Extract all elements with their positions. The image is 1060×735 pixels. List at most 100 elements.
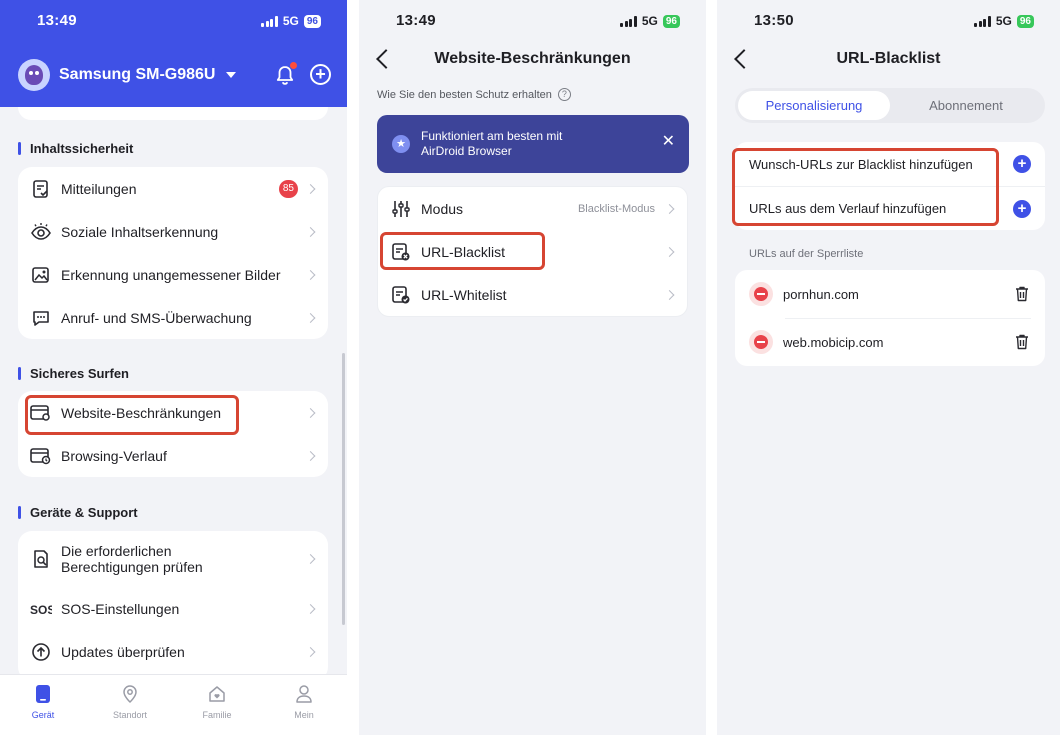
row-label: SOS-Einstellungen <box>61 600 180 617</box>
tab-label: Gerät <box>31 710 55 720</box>
network-label: 5G <box>995 14 1012 28</box>
row-url-whitelist[interactable]: URL-Whitelist <box>378 273 687 316</box>
bell-icon[interactable] <box>274 62 297 86</box>
blacklist-doc-icon <box>390 241 412 263</box>
chevron-right-icon <box>305 226 316 237</box>
url-blacklist-screen: 13:50 5G 96 URL-Blacklist Personalisieru… <box>717 0 1060 735</box>
bottom-tab-bar: Gerät Standort Familie Mein <box>0 674 347 735</box>
tab-label: Familie <box>202 710 232 720</box>
status-time: 13:49 <box>396 12 436 29</box>
segmented-control: Personalisierung Abonnement <box>735 88 1045 123</box>
avatar <box>18 59 50 91</box>
row-add-custom-urls[interactable]: Wunsch-URLs zur Blacklist hinzufügen + <box>735 142 1045 186</box>
section-title-safe-browsing: Sicheres Surfen <box>18 366 129 381</box>
row-label: URL-Blacklist <box>421 243 506 260</box>
tab-personalization[interactable]: Personalisierung <box>738 91 890 120</box>
add-custom-urls-button[interactable]: + <box>1013 155 1031 173</box>
content-safety-card: Mitteilungen 85 Soziale Inhaltserkennung… <box>18 167 328 339</box>
tab-device[interactable]: Gerät <box>3 684 83 720</box>
message-alert-icon <box>30 178 52 200</box>
row-label: Modus <box>421 200 464 217</box>
chevron-right-icon <box>664 246 675 257</box>
battery-icon: 96 <box>303 14 321 28</box>
section-title-devices-support: Geräte & Support <box>18 505 138 520</box>
user-icon <box>294 684 314 704</box>
blocked-urls-card: pornhun.com web.mobicip.com <box>735 270 1045 366</box>
tab-subscription[interactable]: Abonnement <box>890 91 1042 120</box>
safe-browsing-card: Website-Beschränkungen Browsing-Verlauf <box>18 391 328 477</box>
settings-scroll[interactable]: Inhaltssicherheit Mitteilungen 85 Sozial… <box>0 107 347 681</box>
row-label: Website-Beschränkungen <box>61 404 222 421</box>
home-heart-icon <box>207 684 227 704</box>
row-check-permissions[interactable]: Die erforderlichen Berechtigungen prüfen <box>18 531 328 587</box>
chevron-right-icon <box>305 312 316 323</box>
chevron-down-icon <box>226 72 237 78</box>
banner-line2: AirDroid Browser <box>421 144 512 158</box>
blocked-url: web.mobicip.com <box>783 334 884 350</box>
status-bar: 13:49 5G 96 <box>359 0 706 42</box>
row-url-blacklist[interactable]: URL-Blacklist <box>378 230 687 273</box>
section-title-content-safety: Inhaltssicherheit <box>18 141 133 156</box>
mode-value: Blacklist-Modus <box>577 202 655 215</box>
tab-location[interactable]: Standort <box>90 684 170 720</box>
row-social-content[interactable]: Soziale Inhaltserkennung <box>18 210 328 253</box>
row-sos-settings[interactable]: SOS SOS-Einstellungen <box>18 587 328 630</box>
row-website-restrictions[interactable]: Website-Beschränkungen <box>18 391 328 434</box>
chat-monitor-icon <box>30 307 52 329</box>
row-label: Wunsch-URLs zur Blacklist hinzufügen <box>749 156 973 172</box>
phone-icon <box>33 684 53 704</box>
block-icon <box>749 330 773 354</box>
network-label: 5G <box>641 14 658 28</box>
chevron-right-icon <box>305 554 316 564</box>
row-browsing-history[interactable]: Browsing-Verlauf <box>18 434 328 477</box>
notification-count-badge: 85 <box>278 179 298 198</box>
blocked-urls-label: URLs auf der Sperrliste <box>749 248 864 260</box>
tab-family[interactable]: Familie <box>177 684 257 720</box>
device-home-screen: 13:49 5G 96 Samsung SM-G986U + Inhaltssi… <box>0 0 347 735</box>
row-add-from-history[interactable]: URLs aus dem Verlauf hinzufügen + <box>735 186 1045 230</box>
airdroid-browser-banner[interactable]: ★ Funktioniert am besten mit AirDroid Br… <box>377 115 689 173</box>
chevron-right-icon <box>305 183 316 194</box>
status-bar: 13:50 5G 96 <box>717 0 1060 42</box>
website-restrictions-screen: 13:49 5G 96 Website-Beschränkungen Wie S… <box>359 0 706 735</box>
arrow-up-circle-icon <box>30 641 52 663</box>
battery-icon: 96 <box>1016 14 1034 28</box>
row-mode[interactable]: Modus Blacklist-Modus <box>378 187 687 230</box>
row-label: Erkennung unangemessener Bilder <box>61 266 281 283</box>
chevron-right-icon <box>305 269 316 280</box>
sliders-icon <box>390 198 412 220</box>
device-selector[interactable]: Samsung SM-G986U <box>18 59 237 91</box>
scrollbar[interactable] <box>342 353 345 625</box>
row-call-sms[interactable]: Anruf- und SMS-Überwachung <box>18 296 328 339</box>
tab-label: Mein <box>294 710 314 720</box>
screenshot-stage: 13:49 5G 96 Samsung SM-G986U + Inhaltssi… <box>0 0 1060 735</box>
add-device-button[interactable]: + <box>310 64 331 85</box>
tab-me[interactable]: Mein <box>264 684 344 720</box>
add-from-history-button[interactable]: + <box>1013 199 1031 218</box>
row-notifications[interactable]: Mitteilungen 85 <box>18 167 328 210</box>
chevron-right-icon <box>305 603 316 614</box>
devices-support-card: Die erforderlichen Berechtigungen prüfen … <box>18 531 328 681</box>
trash-icon[interactable] <box>1015 286 1029 302</box>
row-image-detection[interactable]: Erkennung unangemessener Bilder <box>18 253 328 296</box>
block-icon <box>749 282 773 306</box>
blocked-url: pornhun.com <box>783 286 859 302</box>
page-title: Website-Beschränkungen <box>434 50 631 67</box>
whitelist-doc-icon <box>390 284 412 306</box>
tab-label: Standort <box>112 710 148 720</box>
trash-icon[interactable] <box>1015 334 1029 350</box>
device-name: Samsung SM-G986U <box>59 66 216 83</box>
chevron-right-icon <box>305 450 316 461</box>
row-label-line1: Die erforderlichen <box>61 543 172 559</box>
row-label: Soziale Inhaltserkennung <box>61 223 219 240</box>
row-label: Updates überprüfen <box>61 643 185 660</box>
close-icon[interactable]: ✕ <box>662 134 675 150</box>
row-check-updates[interactable]: Updates überprüfen <box>18 630 328 673</box>
card-edge <box>18 107 328 120</box>
signal-icon <box>261 15 278 27</box>
nav-bar: URL-Blacklist <box>717 42 1060 78</box>
row-label: Anruf- und SMS-Überwachung <box>61 309 252 326</box>
page-title: URL-Blacklist <box>836 50 941 67</box>
chevron-right-icon <box>664 289 675 300</box>
protection-hint-link[interactable]: Wie Sie den besten Schutz erhalten ? <box>377 88 571 101</box>
